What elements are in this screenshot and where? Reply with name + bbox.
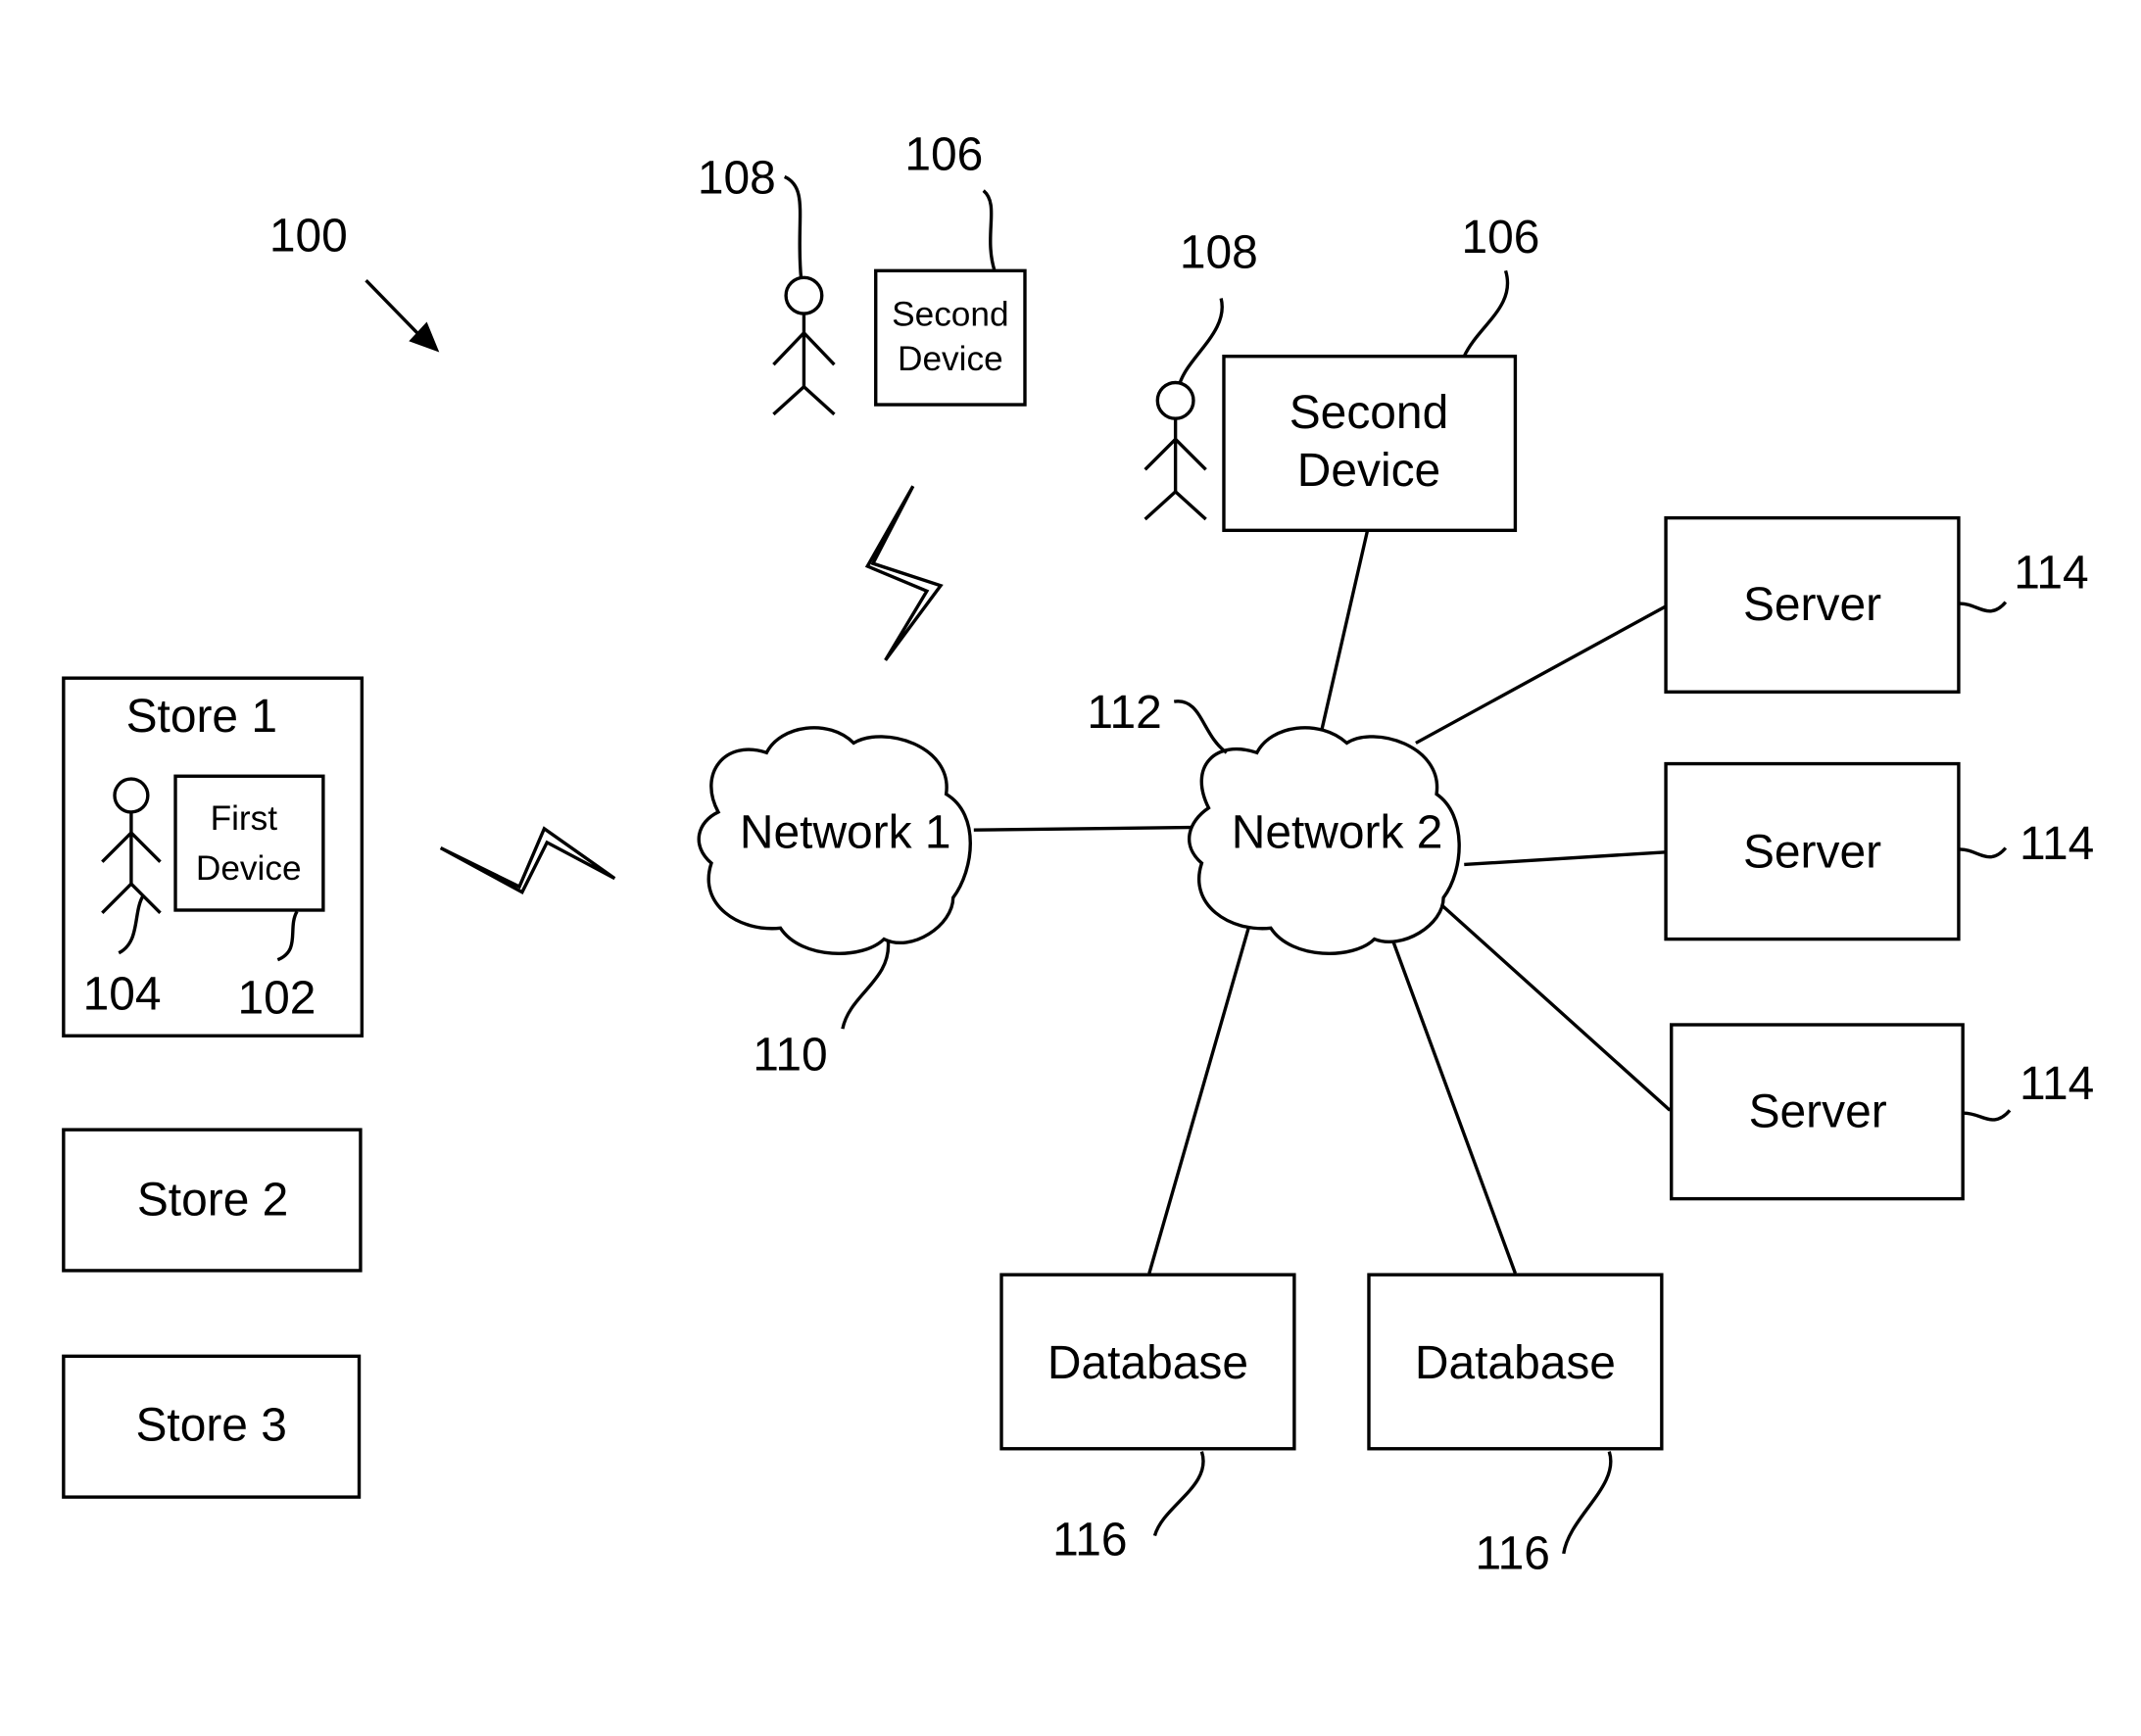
leader-112 [1173,699,1228,754]
leader-114-3 [1964,1109,2012,1122]
server-1-ref: 114 [2014,548,2088,600]
server-1: Server 114 [1664,515,2089,694]
leader-106-large [1462,269,1510,358]
first-device-label-line2: Device [196,849,302,888]
link-network2-server3 [1435,898,1672,1112]
server-2-label: Server [1743,826,1881,878]
store-3-label: Store 3 [135,1399,286,1451]
pointer-arrow-icon [365,279,440,353]
server-3: Server 114 [1670,1023,2094,1201]
link-network2-database1 [1147,922,1252,1275]
second-device-small-line1: Second [892,296,1009,334]
database-1-ref: 116 [1052,1514,1127,1566]
network-2-cloud-icon: Network 2 112 [1087,687,1461,955]
user-ref-108-large: 108 [1180,226,1258,278]
server-3-ref: 114 [2019,1058,2094,1110]
link-network2-server1 [1415,604,1667,745]
device-ref-106-small: 106 [904,128,983,180]
server-2: Server 114 [1664,761,2094,941]
wireless-link-top-icon [864,485,944,661]
store-1: Store 1 First Device 104 102 [62,676,365,1037]
database-2: Database 116 [1367,1273,1664,1579]
user-ref-108-small: 108 [698,152,776,204]
first-device-label-text: First [211,799,278,838]
leader-114-1 [1960,601,2008,613]
database-2-label: Database [1415,1337,1616,1389]
database-1-label: Database [1047,1337,1248,1389]
database-1: Database 116 [999,1273,1296,1566]
device-ref-106-large: 106 [1461,212,1539,264]
wireless-link-left-icon [439,826,616,894]
second-device-large-line1: Second [1289,387,1448,439]
second-device-small: 108 106 Second Device [698,128,1027,416]
server-1-label: Server [1743,579,1881,631]
user-ref-104: 104 [83,968,162,1020]
server-3-label: Server [1749,1085,1887,1137]
system-diagram: 100 Store 1 First Device 104 102 Store 2… [62,128,2094,1579]
first-device-box [173,774,325,912]
leader-116-2 [1562,1451,1613,1555]
system-ref-label: 100 [269,211,348,263]
link-network2-server2 [1464,850,1667,867]
device-ref-102: 102 [237,973,316,1025]
store-2-label: Store 2 [137,1175,288,1227]
second-device-large-box [1222,355,1518,533]
second-device-large: 108 106 Second Device [1143,212,1539,533]
server-2-ref: 114 [2019,818,2094,870]
network-1-ref: 110 [753,1030,827,1082]
user-108-small-icon [772,275,836,416]
link-network1-network2 [973,825,1199,832]
link-network2-second-device [1320,529,1370,730]
network-1-cloud-icon: Network 1 110 [697,726,972,1082]
second-device-large-line2: Device [1297,445,1440,497]
leader-106-small [982,189,997,271]
database-2-ref: 116 [1476,1527,1550,1579]
second-device-small-box [874,268,1027,407]
leader-108-large [1178,298,1224,385]
second-device-small-line2: Device [898,340,1003,378]
user-108-large-icon [1143,380,1207,521]
link-network2-database2 [1390,939,1518,1275]
leader-110 [841,941,891,1030]
network-2-label: Network 2 [1232,807,1443,859]
leader-108-small [783,174,803,279]
network-1-label: Network 1 [740,807,951,859]
store-1-label: Store 1 [126,691,277,743]
leader-116-1 [1152,1451,1205,1537]
leader-114-2 [1960,846,2008,859]
network-2-ref: 112 [1087,687,1161,739]
